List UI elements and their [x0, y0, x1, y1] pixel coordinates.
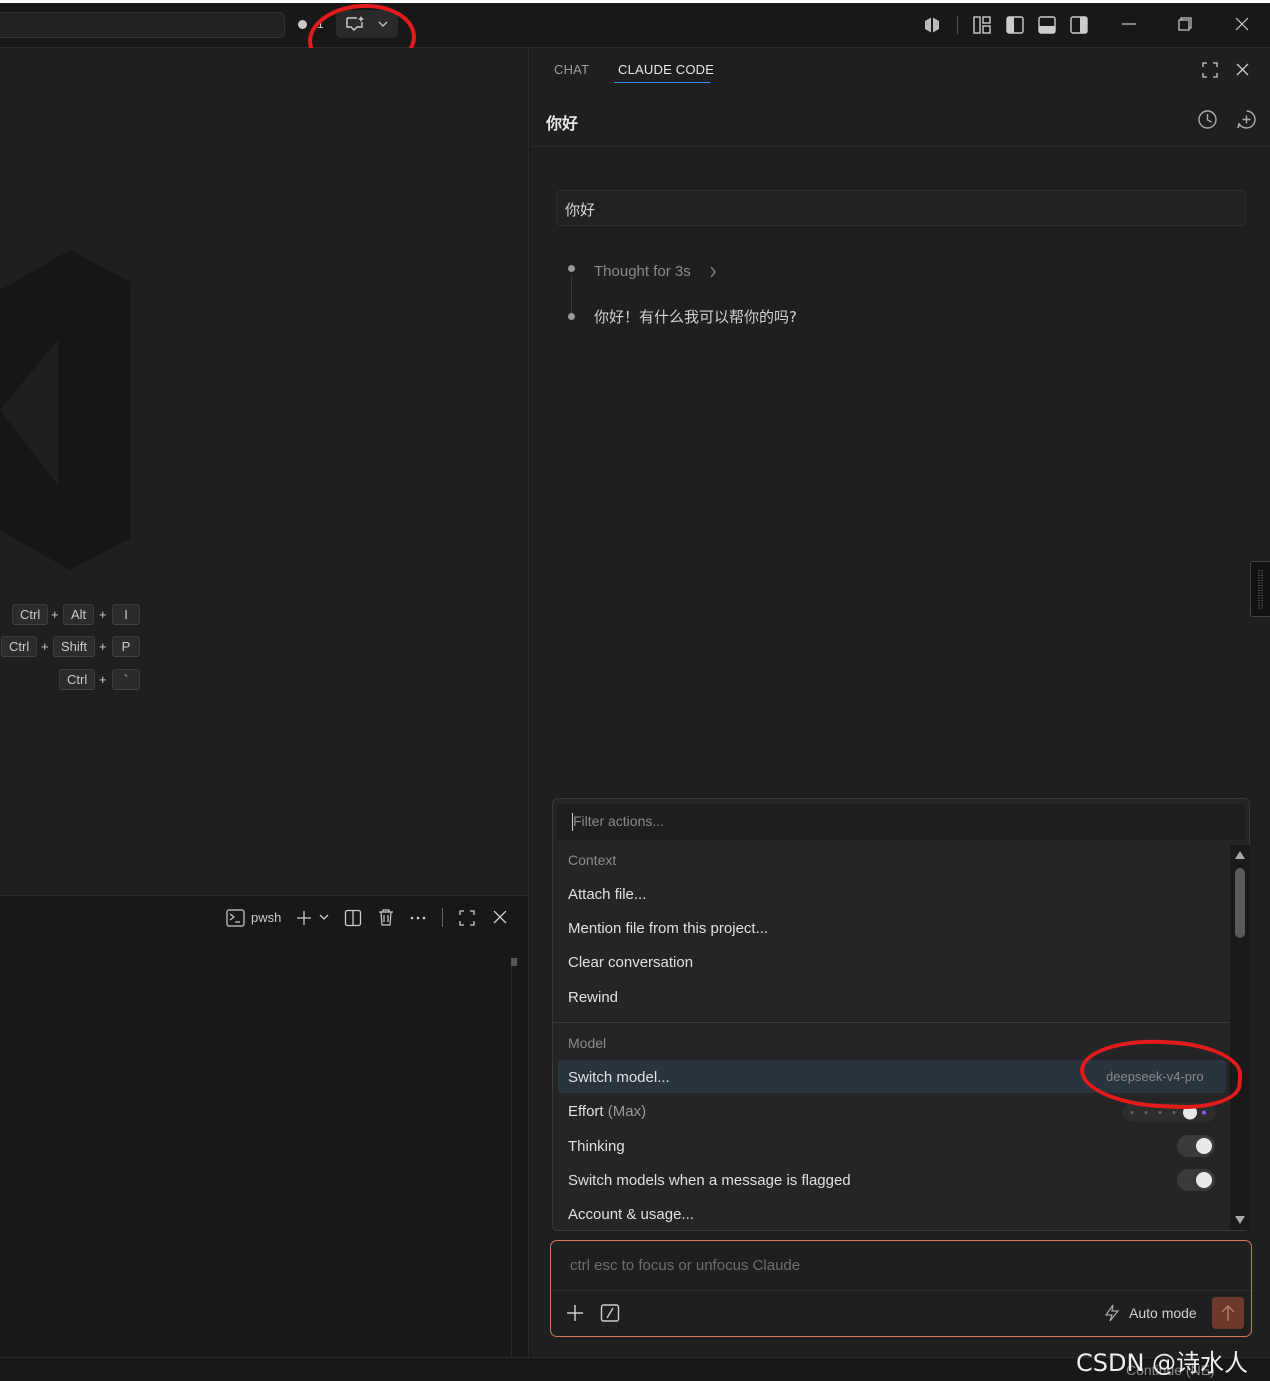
- key-cap: Ctrl: [59, 669, 96, 690]
- split-terminal-icon[interactable]: [344, 909, 362, 927]
- effort-level: (Max): [607, 1103, 647, 1120]
- switch-on-flag-toggle[interactable]: [1177, 1169, 1215, 1191]
- menu-item-switch-model[interactable]: Switch model...: [568, 1069, 670, 1086]
- new-terminal-icon[interactable]: [295, 909, 313, 927]
- unsaved-dot-icon: [298, 20, 307, 29]
- arrow-up-icon: [1221, 1304, 1235, 1321]
- prompt-input-box[interactable]: [550, 1240, 1252, 1337]
- toggle-panel-icon[interactable]: [1037, 15, 1057, 35]
- key-cap: I: [112, 604, 140, 625]
- timeline-dot: [568, 265, 575, 272]
- timeline-dot: [568, 313, 575, 320]
- key-cap: Shift: [53, 636, 96, 657]
- assistant-reply-text: 你好！有什么我可以帮你的吗?: [594, 308, 797, 326]
- menu-divider: [552, 1022, 1230, 1023]
- close-panel-icon[interactable]: [492, 909, 508, 925]
- terminal-panel: [0, 895, 529, 1357]
- key-cap: Ctrl: [1, 636, 38, 657]
- key-cap: P: [112, 636, 140, 657]
- send-button[interactable]: [1212, 1297, 1244, 1329]
- slash-command-icon[interactable]: [600, 1304, 620, 1322]
- tab-claude-code[interactable]: CLAUDE CODE: [618, 62, 714, 77]
- copilot-icon[interactable]: [922, 15, 942, 35]
- titlebar-divider: [957, 16, 958, 34]
- close-sidebar-icon[interactable]: [1235, 62, 1250, 77]
- history-clock-icon[interactable]: [1197, 109, 1218, 130]
- plus-sign: +: [99, 639, 107, 654]
- actions-menu: [552, 798, 1250, 1231]
- menu-item-attach-file[interactable]: Attach file...: [568, 886, 646, 903]
- section-header-context: Context: [568, 852, 617, 868]
- new-chat-icon[interactable]: [1236, 109, 1257, 130]
- mode-selector[interactable]: Auto mode: [1129, 1305, 1197, 1321]
- menu-item-mention-file[interactable]: Mention file from this project...: [568, 920, 768, 937]
- menu-item-clear-conversation[interactable]: Clear conversation: [568, 954, 693, 971]
- grip-icon: [1258, 570, 1263, 610]
- terminal-scroll-track: [511, 966, 512, 1356]
- header-divider: [530, 146, 1270, 147]
- watermark-text: CSDN @诗水人间: [1076, 1349, 1249, 1377]
- terminal-scrollbar[interactable]: [511, 958, 517, 966]
- thought-toggle[interactable]: Thought for 3s: [594, 263, 691, 280]
- close-window-icon[interactable]: [1233, 15, 1251, 33]
- user-message-bubble: [556, 190, 1246, 226]
- maximize-panel-icon[interactable]: [458, 909, 476, 927]
- minimize-icon[interactable]: [1120, 15, 1138, 33]
- prompt-placeholder: ctrl esc to focus or unfocus Claude: [570, 1257, 801, 1274]
- menu-item-account-usage[interactable]: Account & usage...: [568, 1206, 694, 1223]
- section-header-model: Model: [568, 1035, 607, 1051]
- sidebar-resize-handle[interactable]: [1250, 561, 1270, 617]
- thinking-toggle[interactable]: [1177, 1135, 1215, 1157]
- chevron-down-icon[interactable]: [319, 913, 329, 921]
- lightning-icon: [1104, 1304, 1120, 1322]
- user-message-text: 你好: [565, 201, 596, 219]
- vscode-watermark-logo-icon: [0, 250, 130, 570]
- plus-sign: +: [41, 639, 49, 654]
- panel-divider: [442, 908, 443, 927]
- trash-icon[interactable]: [377, 908, 395, 927]
- menu-item-switch-on-flag[interactable]: Switch models when a message is flagged: [568, 1172, 851, 1189]
- scroll-up-arrow-icon[interactable]: [1234, 850, 1246, 860]
- add-attachment-icon[interactable]: [566, 1304, 584, 1322]
- plus-sign: +: [99, 607, 107, 622]
- effort-label: Effort: [568, 1103, 604, 1120]
- key-cap: Alt: [63, 604, 95, 625]
- active-tab-indicator: [614, 82, 710, 83]
- scroll-down-arrow-icon[interactable]: [1234, 1215, 1246, 1225]
- terminal-tab-label[interactable]: pwsh: [251, 910, 281, 925]
- input-divider: [551, 1290, 1251, 1291]
- toggle-secondary-sidebar-icon[interactable]: [1069, 15, 1089, 35]
- menu-item-thinking[interactable]: Thinking: [568, 1138, 625, 1155]
- menu-item-rewind[interactable]: Rewind: [568, 989, 618, 1006]
- key-cap: Ctrl: [12, 604, 49, 625]
- key-cap: `: [112, 669, 140, 690]
- command-center[interactable]: [0, 12, 285, 38]
- plus-sign: +: [99, 672, 107, 687]
- menu-item-effort[interactable]: Effort (Max): [568, 1103, 646, 1120]
- conversation-title: 你好: [546, 114, 579, 133]
- menu-scroll-thumb[interactable]: [1235, 868, 1245, 938]
- more-actions-icon[interactable]: [410, 915, 426, 921]
- timeline-line: [571, 276, 572, 314]
- toggle-primary-sidebar-icon[interactable]: [1005, 15, 1025, 35]
- filter-placeholder: Filter actions...: [573, 813, 665, 829]
- plus-sign: +: [51, 607, 59, 622]
- tab-chat[interactable]: CHAT: [554, 62, 589, 77]
- customize-layout-icon[interactable]: [972, 15, 992, 35]
- chevron-right-icon[interactable]: [709, 266, 717, 278]
- expand-icon[interactable]: [1201, 61, 1219, 79]
- restore-icon[interactable]: [1176, 15, 1194, 33]
- terminal-icon: [226, 909, 245, 927]
